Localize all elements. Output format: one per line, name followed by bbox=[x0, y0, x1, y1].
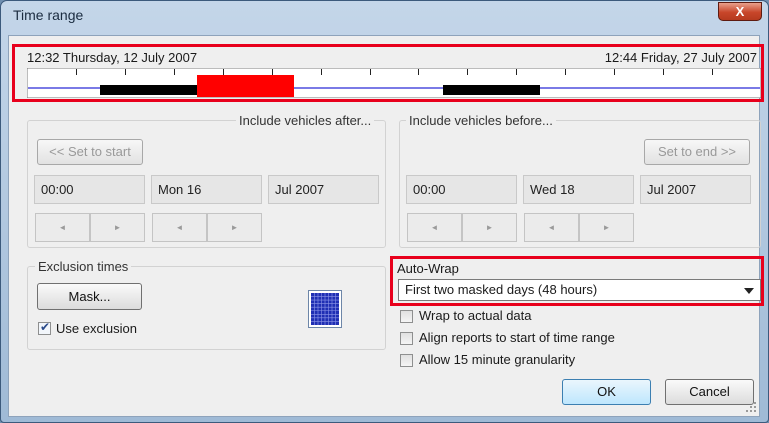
title-bar[interactable]: Time range X bbox=[1, 1, 768, 33]
arrow-left-icon: ◄ bbox=[58, 223, 67, 232]
arrow-right-icon: ► bbox=[602, 223, 611, 232]
set-to-end-button[interactable]: Set to end >> bbox=[644, 139, 750, 165]
arrow-right-icon: ► bbox=[230, 223, 239, 232]
ok-button[interactable]: OK bbox=[562, 379, 651, 405]
include-after-title: Include vehicles after... bbox=[236, 113, 375, 128]
before-day-spinner: ◄ ► bbox=[524, 213, 635, 242]
before-time-field[interactable]: 00:00 bbox=[406, 175, 517, 204]
close-button[interactable]: X bbox=[718, 2, 762, 21]
before-time-decrement[interactable]: ◄ bbox=[407, 213, 462, 242]
cancel-button[interactable]: Cancel bbox=[665, 379, 754, 405]
arrow-right-icon: ► bbox=[485, 223, 494, 232]
before-time-increment[interactable]: ► bbox=[462, 213, 517, 242]
align-reports-checkbox[interactable] bbox=[400, 332, 413, 345]
mask-button[interactable]: Mask... bbox=[37, 283, 142, 310]
allow-15-minute-label: Allow 15 minute granularity bbox=[419, 352, 576, 367]
mask-grid-icon bbox=[308, 290, 342, 328]
arrow-left-icon: ◄ bbox=[430, 223, 439, 232]
wrap-to-actual-data-label: Wrap to actual data bbox=[419, 308, 532, 323]
wrap-to-actual-data-checkbox[interactable] bbox=[400, 310, 413, 323]
arrow-left-icon: ◄ bbox=[547, 223, 556, 232]
resize-grip-icon[interactable] bbox=[745, 401, 757, 413]
arrow-right-icon: ► bbox=[113, 223, 122, 232]
after-day-increment[interactable]: ► bbox=[207, 213, 262, 242]
before-month-field[interactable]: Jul 2007 bbox=[640, 175, 751, 204]
use-exclusion-checkbox[interactable] bbox=[38, 320, 51, 335]
auto-wrap-highlight-frame bbox=[390, 256, 764, 306]
after-time-field[interactable]: 00:00 bbox=[34, 175, 145, 204]
window-title: Time range bbox=[13, 7, 84, 23]
arrow-left-icon: ◄ bbox=[175, 223, 184, 232]
before-day-field[interactable]: Wed 18 bbox=[523, 175, 634, 204]
exclusion-times-title: Exclusion times bbox=[35, 259, 132, 274]
after-time-increment[interactable]: ► bbox=[90, 213, 145, 242]
after-day-field[interactable]: Mon 16 bbox=[151, 175, 262, 204]
before-day-increment[interactable]: ► bbox=[579, 213, 634, 242]
timeline-highlight-frame bbox=[12, 44, 764, 102]
include-before-title: Include vehicles before... bbox=[406, 113, 556, 128]
align-reports-label: Align reports to start of time range bbox=[419, 330, 615, 345]
after-month-field[interactable]: Jul 2007 bbox=[268, 175, 379, 204]
before-time-spinner: ◄ ► bbox=[407, 213, 518, 242]
after-day-spinner: ◄ ► bbox=[152, 213, 263, 242]
close-icon: X bbox=[735, 4, 745, 19]
after-day-decrement[interactable]: ◄ bbox=[152, 213, 207, 242]
after-time-spinner: ◄ ► bbox=[35, 213, 146, 242]
before-day-decrement[interactable]: ◄ bbox=[524, 213, 579, 242]
use-exclusion-label: Use exclusion bbox=[56, 321, 137, 336]
set-to-start-button[interactable]: << Set to start bbox=[37, 139, 143, 165]
after-time-decrement[interactable]: ◄ bbox=[35, 213, 90, 242]
allow-15-minute-checkbox[interactable] bbox=[400, 354, 413, 367]
